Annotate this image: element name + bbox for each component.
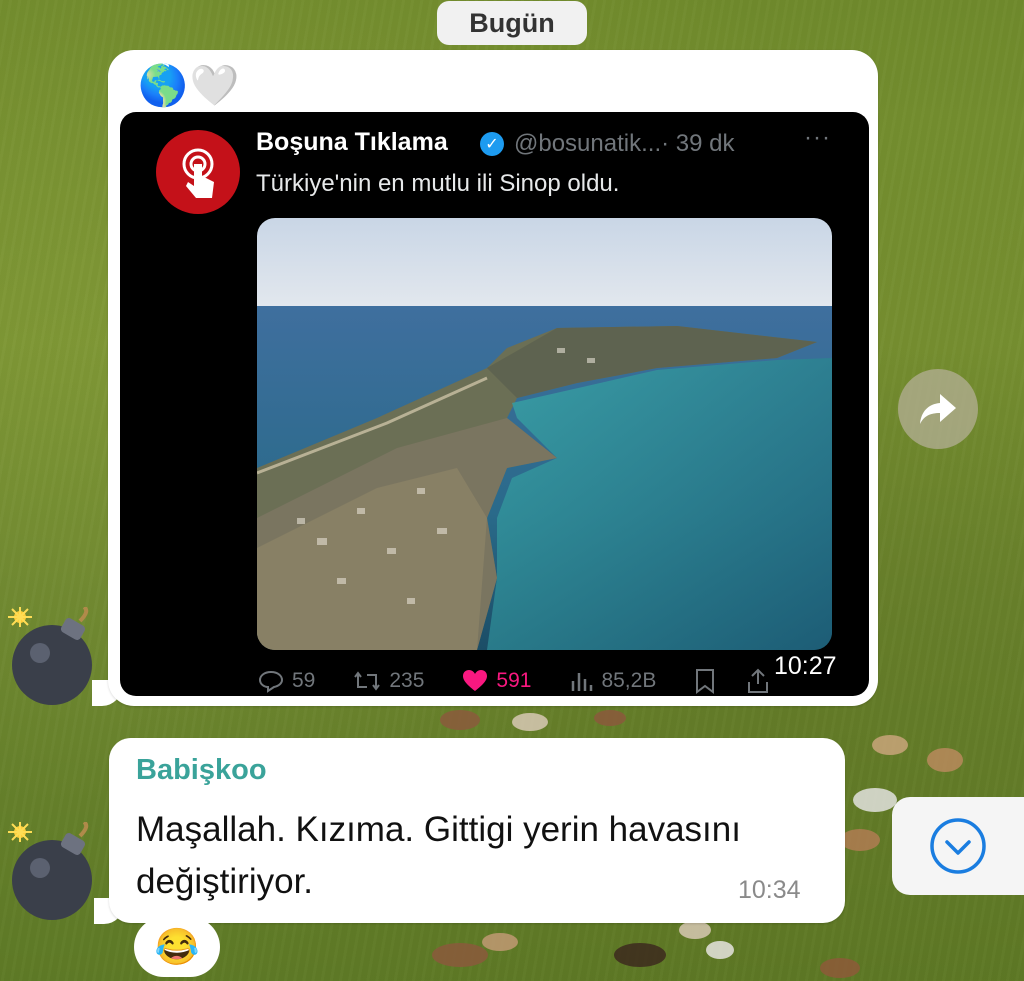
message-reactions[interactable]: 🌎 🤍 [138,62,240,109]
message-timestamp: 10:34 [738,876,801,904]
scroll-down-icon [930,818,986,874]
retweet-action[interactable]: 235 [353,669,424,693]
tweet-avatar[interactable] [156,130,240,214]
retweet-count: 235 [389,669,425,692]
share-forward-icon [920,394,956,424]
bookmark-icon[interactable] [694,668,716,694]
tweet-author-name[interactable]: Boşuna Tıklama [256,128,448,157]
verified-badge-icon: ✓ [480,132,504,156]
reply-count: 59 [292,669,316,692]
sender-name[interactable]: Babişkoo [136,754,267,787]
tweet-actions: 59 235 591 85,2B [258,666,838,696]
tweet-time-ago: · 39 dk [661,130,735,157]
reply-action[interactable]: 59 [258,669,315,693]
date-divider: Bugün [437,1,587,45]
share-icon[interactable] [746,668,770,694]
reply-icon [258,670,284,693]
bomb-avatar-icon[interactable] [4,607,100,707]
views-action[interactable]: 85,2B [569,669,656,693]
tap-hand-icon [182,148,214,198]
globe-reaction-icon: 🌎 [138,64,188,108]
more-options-icon[interactable]: ··· [804,124,831,152]
like-count: 591 [496,669,532,692]
tweet-text: Türkiye'nin en mutlu ili Sinop oldu. [256,170,620,197]
message-text: Maşallah. Kızıma. Gittigi yerin havasını… [136,810,741,901]
tweet-card[interactable]: Boşuna Tıklama ✓ @bosunatik...· 39 dk ··… [120,112,869,696]
message-timestamp: 10:27 [774,652,837,680]
tweet-handle-time: @bosunatik...· 39 dk [514,130,734,158]
views-icon [572,673,593,691]
scroll-down-button[interactable] [892,797,1024,895]
white-heart-reaction-icon: 🤍 [189,64,240,108]
message-reaction[interactable]: 😂 [134,917,220,977]
share-forward-button[interactable] [898,369,978,449]
retweet-icon [354,671,381,691]
bomb-avatar-icon[interactable] [4,822,100,922]
heart-icon [463,670,488,691]
tweet-photo[interactable] [257,218,832,650]
tweet-handle: @bosunatik... [514,130,662,157]
views-count: 85,2B [601,669,657,692]
like-action[interactable]: 591 [462,669,531,693]
